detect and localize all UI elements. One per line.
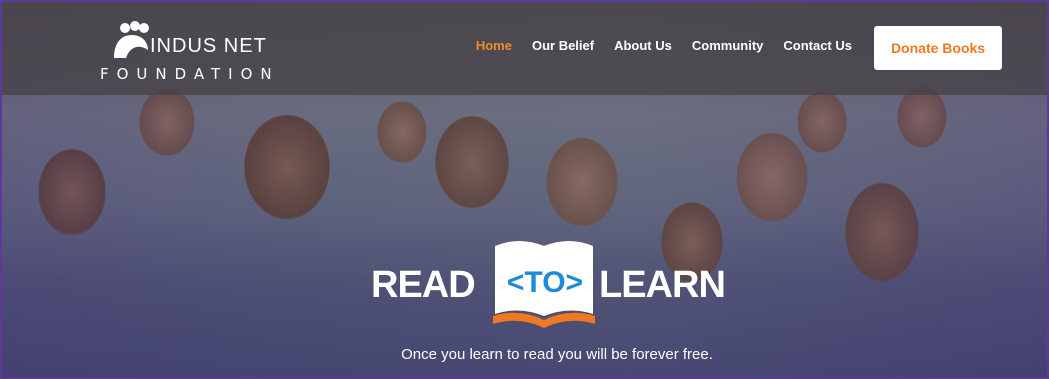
nav-home[interactable]: Home — [476, 38, 512, 53]
brand-name-bottom: FOUNDATION — [100, 65, 280, 83]
site-logo[interactable]: INDUS NET FOUNDATION — [100, 18, 272, 84]
nav-about-us[interactable]: About Us — [614, 38, 672, 53]
nav-contact-us[interactable]: Contact Us — [783, 38, 852, 53]
people-logo-icon — [114, 21, 149, 58]
nav-community[interactable]: Community — [692, 38, 764, 53]
donate-books-button[interactable]: Donate Books — [874, 26, 1002, 70]
page-frame: INDUS NET FOUNDATION Home Our Belief Abo… — [0, 0, 1049, 379]
header-navbar: INDUS NET FOUNDATION Home Our Belief Abo… — [2, 2, 1047, 95]
read-word: READ — [371, 264, 476, 306]
nav-our-belief[interactable]: Our Belief — [532, 38, 594, 53]
to-word: <TO> — [506, 266, 584, 299]
brand-name-top: INDUS NET — [150, 35, 267, 57]
main-navigation: Home Our Belief About Us Community Conta… — [476, 38, 852, 53]
read-to-learn-logo: READ <TO> LEARN — [371, 236, 751, 328]
learn-word: LEARN — [599, 264, 726, 306]
hero-tagline: Once you learn to read you will be forev… — [401, 346, 713, 363]
